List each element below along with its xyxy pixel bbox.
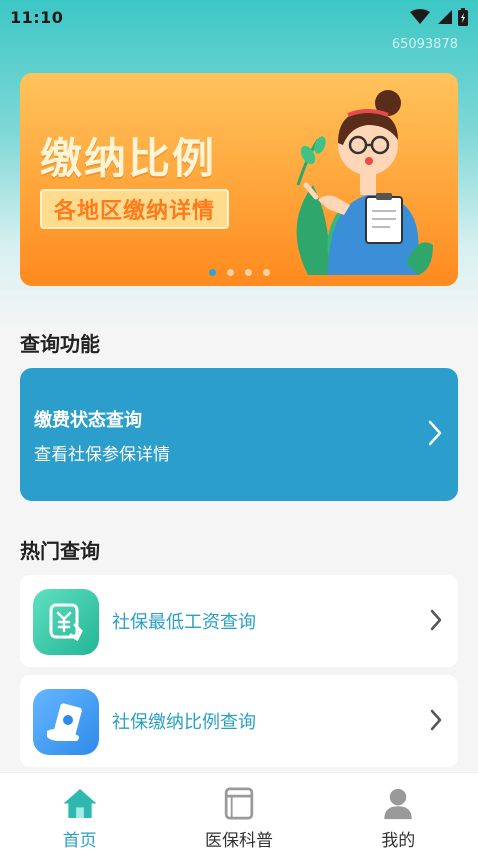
banner-dot[interactable] [244, 269, 252, 276]
query-card-subtitle: 查看社保参保详情 [34, 445, 170, 465]
banner-title: 缴纳比例 [40, 134, 217, 183]
signal-icon [438, 10, 452, 24]
chevron-right-icon [430, 709, 442, 731]
status-time: 11:10 [10, 7, 64, 27]
battery-icon [458, 8, 468, 26]
hot-section-title: 热门查询 [20, 539, 100, 563]
tab-home-label: 首页 [62, 831, 97, 851]
min-wage-query-item[interactable]: 社保最低工资查询 [20, 575, 458, 667]
banner-pagination [20, 269, 458, 276]
bottom-tab-bar: 首页 医保科普 我的 [0, 772, 478, 851]
hot-item-label: 社保缴纳比例查询 [112, 712, 256, 733]
status-bar: 11:10 [0, 0, 478, 34]
home-icon [63, 788, 97, 819]
query-card-title: 缴费状态查询 [34, 410, 142, 431]
tab-home[interactable]: 首页 [20, 773, 140, 851]
banner-dot[interactable] [262, 269, 270, 276]
chevron-right-icon [428, 420, 442, 446]
banner-dot[interactable] [208, 269, 216, 276]
hot-item-label: 社保最低工资查询 [112, 612, 256, 633]
tab-medical-science-label: 医保科普 [204, 831, 273, 851]
tab-mine[interactable]: 我的 [338, 773, 458, 851]
status-icons [410, 8, 468, 26]
book-icon [224, 787, 254, 820]
chevron-right-icon [430, 609, 442, 631]
query-section-title: 查询功能 [20, 332, 100, 356]
user-id: 65093878 [391, 37, 458, 52]
woman-clipboard-illustration [296, 90, 433, 275]
payment-ratio-query-item[interactable]: 社保缴纳比例查询 [20, 675, 458, 767]
user-icon [384, 788, 413, 820]
banner-subtitle: 各地区缴纳详情 [40, 189, 230, 229]
banner-dot[interactable] [226, 269, 234, 276]
tab-medical-science[interactable]: 医保科普 [179, 773, 299, 851]
tab-mine-label: 我的 [381, 831, 416, 851]
yuan-receipt-icon [33, 589, 99, 655]
payment-status-query-card[interactable]: 缴费状态查询 查看社保参保详情 [20, 368, 458, 501]
money-hand-icon [33, 689, 99, 755]
promo-banner[interactable]: 缴纳比例 各地区缴纳详情 [20, 73, 458, 286]
wifi-icon [410, 9, 430, 24]
